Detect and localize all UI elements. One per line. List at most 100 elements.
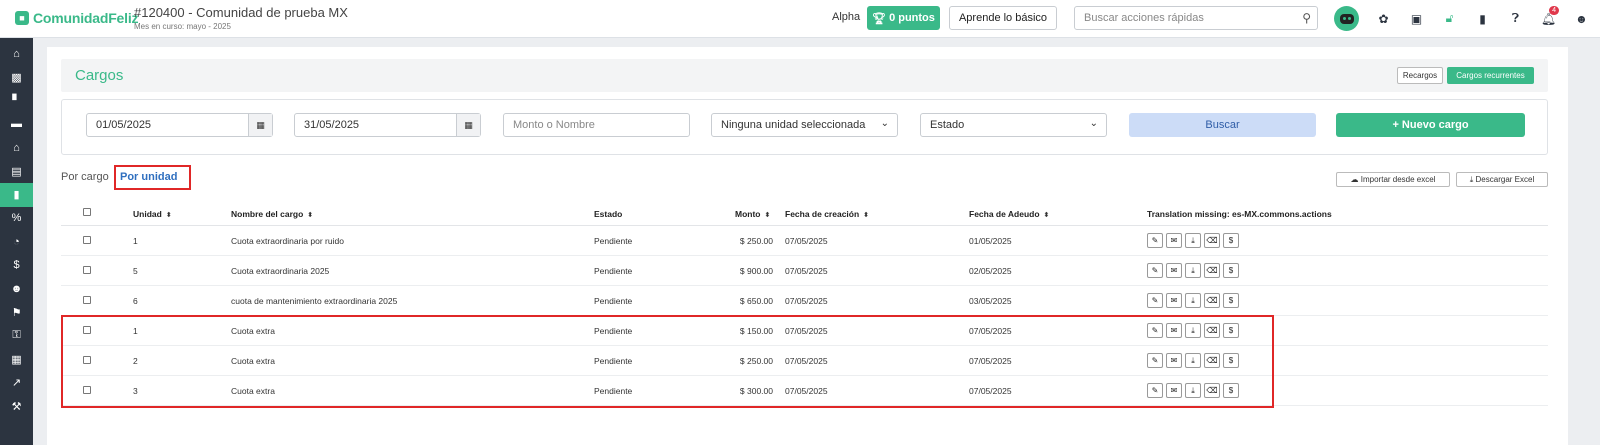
cell-nombre: Cuota extraordinaria 2025 [231, 266, 330, 276]
recurring-charges-button[interactable]: Cargos recurrentes [1447, 67, 1534, 84]
header-unidad[interactable]: Unidad ⬍ [133, 209, 172, 219]
envelope-icon[interactable]: ✉ [1166, 353, 1182, 368]
learn-basics-button[interactable]: Aprende lo básico [949, 6, 1057, 30]
table-row: 2 Cuota extra Pendiente $ 250.00 07/05/2025 0… [61, 346, 1548, 376]
edit-icon[interactable]: ✎ [1147, 263, 1163, 278]
sidebar-card-icon[interactable]: ▬ [0, 113, 33, 137]
dollar-icon[interactable]: $ [1223, 353, 1239, 368]
trash-icon[interactable]: ⌫ [1204, 233, 1220, 248]
edit-icon[interactable]: ✎ [1147, 353, 1163, 368]
sidebar-key-icon[interactable]: ⚿ [0, 324, 33, 348]
amount-name-input[interactable] [513, 114, 683, 136]
envelope-icon[interactable]: ✉ [1166, 293, 1182, 308]
dollar-icon[interactable]: $ [1223, 323, 1239, 338]
cell-creacion: 07/05/2025 [785, 296, 828, 306]
header-monto[interactable]: Monto ⬍ [735, 209, 770, 219]
tab-por-cargo[interactable]: Por cargo [61, 171, 109, 183]
chevron-down-icon: ⌄ [880, 118, 889, 129]
sidebar-users-icon[interactable]: ☻ [0, 277, 33, 301]
download-icon[interactable]: ⤓ [1185, 233, 1201, 248]
row-checkbox[interactable] [83, 326, 91, 334]
sidebar-book-icon[interactable]: ▮ [0, 183, 33, 207]
envelope-icon[interactable]: ✉ [1166, 323, 1182, 338]
cell-estado: Pendiente [594, 326, 633, 336]
user-icon[interactable]: ☻ [1569, 6, 1594, 31]
download-icon[interactable]: ⤓ [1185, 383, 1201, 398]
estado-select[interactable]: Estado ⌄ [920, 113, 1107, 137]
header-creacion[interactable]: Fecha de creación ⬍ [785, 209, 869, 219]
download-icon[interactable]: ⤓ [1185, 293, 1201, 308]
row-checkbox[interactable] [83, 296, 91, 304]
unit-select[interactable]: Ninguna unidad seleccionada ⌄ [711, 113, 898, 137]
notification-badge: 4 [1549, 6, 1559, 15]
cell-estado: Pendiente [594, 386, 633, 396]
app-logo[interactable]: ■ ComunidadFeliz [15, 10, 139, 26]
help-icon[interactable]: ❓︎ [1503, 6, 1528, 31]
sidebar-line-chart-icon[interactable]: ↗ [0, 371, 33, 395]
sidebar-home-icon[interactable]: ⌂ [0, 42, 33, 66]
edit-icon[interactable]: ✎ [1147, 233, 1163, 248]
dollar-icon[interactable]: $ [1223, 263, 1239, 278]
sidebar-flag-icon[interactable]: ⚑ [0, 301, 33, 325]
tab-por-unidad[interactable]: Por unidad [114, 165, 191, 190]
edit-icon[interactable]: ✎ [1147, 323, 1163, 338]
envelope-icon[interactable]: ✉ [1166, 383, 1182, 398]
sidebar-bank-icon[interactable]: ⌂ [0, 136, 33, 160]
points-button[interactable]: 🏆︎ 0 puntos [867, 6, 940, 30]
envelope-icon[interactable]: ✉ [1166, 233, 1182, 248]
download-icon[interactable]: ⤓ [1185, 353, 1201, 368]
row-checkbox[interactable] [83, 356, 91, 364]
cell-nombre: Cuota extra [231, 326, 275, 336]
calendar-icon[interactable]: ▦ [248, 114, 272, 136]
gift-icon[interactable]: ▣ [1404, 6, 1429, 31]
envelope-icon[interactable]: ✉ [1166, 263, 1182, 278]
main-card: Cargos Recargos Cargos recurrentes 01/05… [47, 47, 1568, 445]
quick-search-input[interactable] [1084, 7, 1294, 29]
import-excel-button[interactable]: ☁ Importar desde excel [1336, 172, 1450, 187]
date-from-field[interactable]: 01/05/2025 ▦ [86, 113, 273, 137]
dollar-icon[interactable]: $ [1223, 383, 1239, 398]
unlock-icon[interactable]: 🔓︎ [1437, 6, 1462, 31]
download-icon[interactable]: ⤓ [1185, 263, 1201, 278]
search-button[interactable]: Buscar [1129, 113, 1316, 137]
robot-avatar-icon[interactable] [1334, 6, 1359, 31]
row-checkbox[interactable] [83, 386, 91, 394]
calendar-icon[interactable]: ▦ [456, 114, 480, 136]
date-to-value: 31/05/2025 [304, 119, 360, 131]
trash-icon[interactable]: ⌫ [1204, 383, 1220, 398]
sort-icon: ⬍ [764, 212, 771, 219]
logo-icon: ■ [15, 11, 29, 25]
new-charge-button[interactable]: + Nuevo cargo [1336, 113, 1525, 137]
trash-icon[interactable]: ⌫ [1204, 323, 1220, 338]
header-actions: Translation missing: es-MX.commons.actio… [1147, 209, 1332, 219]
date-to-field[interactable]: 31/05/2025 ▦ [294, 113, 481, 137]
download-icon[interactable]: ⤓ [1185, 323, 1201, 338]
row-checkbox[interactable] [83, 236, 91, 244]
cell-estado: Pendiente [594, 266, 633, 276]
dollar-icon[interactable]: $ [1223, 293, 1239, 308]
sidebar-wrench-icon[interactable]: ⚒ [0, 395, 33, 419]
brain-icon[interactable]: ✿ [1371, 6, 1396, 31]
sidebar-gauge-icon[interactable]: ◔ [0, 230, 33, 254]
search-icon[interactable]: ⚲ [1302, 11, 1311, 25]
edit-icon[interactable]: ✎ [1147, 293, 1163, 308]
sidebar-chart-bar-icon[interactable]: ▘ [0, 89, 33, 113]
bookmark-icon[interactable]: ▮ [1470, 6, 1495, 31]
recargos-button[interactable]: Recargos [1397, 67, 1443, 84]
trash-icon[interactable]: ⌫ [1204, 293, 1220, 308]
edit-icon[interactable]: ✎ [1147, 383, 1163, 398]
trash-icon[interactable]: ⌫ [1204, 353, 1220, 368]
sidebar-percent-icon[interactable]: % [0, 207, 33, 231]
dollar-icon[interactable]: $ [1223, 233, 1239, 248]
sidebar-document-icon[interactable]: ▤ [0, 160, 33, 184]
select-all-checkbox[interactable] [83, 208, 91, 216]
sidebar-dollar-icon[interactable]: $ [0, 254, 33, 278]
download-excel-button[interactable]: ⤓ Descargar Excel [1456, 172, 1548, 187]
sidebar-money-icon[interactable]: ▩ [0, 66, 33, 90]
sidebar-calculator-icon[interactable]: ▦ [0, 348, 33, 372]
header-adeudo[interactable]: Fecha de Adeudo ⬍ [969, 209, 1049, 219]
trash-icon[interactable]: ⌫ [1204, 263, 1220, 278]
header-nombre[interactable]: Nombre del cargo ⬍ [231, 209, 313, 219]
bell-icon[interactable]: 🔔︎ 4 [1536, 6, 1561, 31]
row-checkbox[interactable] [83, 266, 91, 274]
